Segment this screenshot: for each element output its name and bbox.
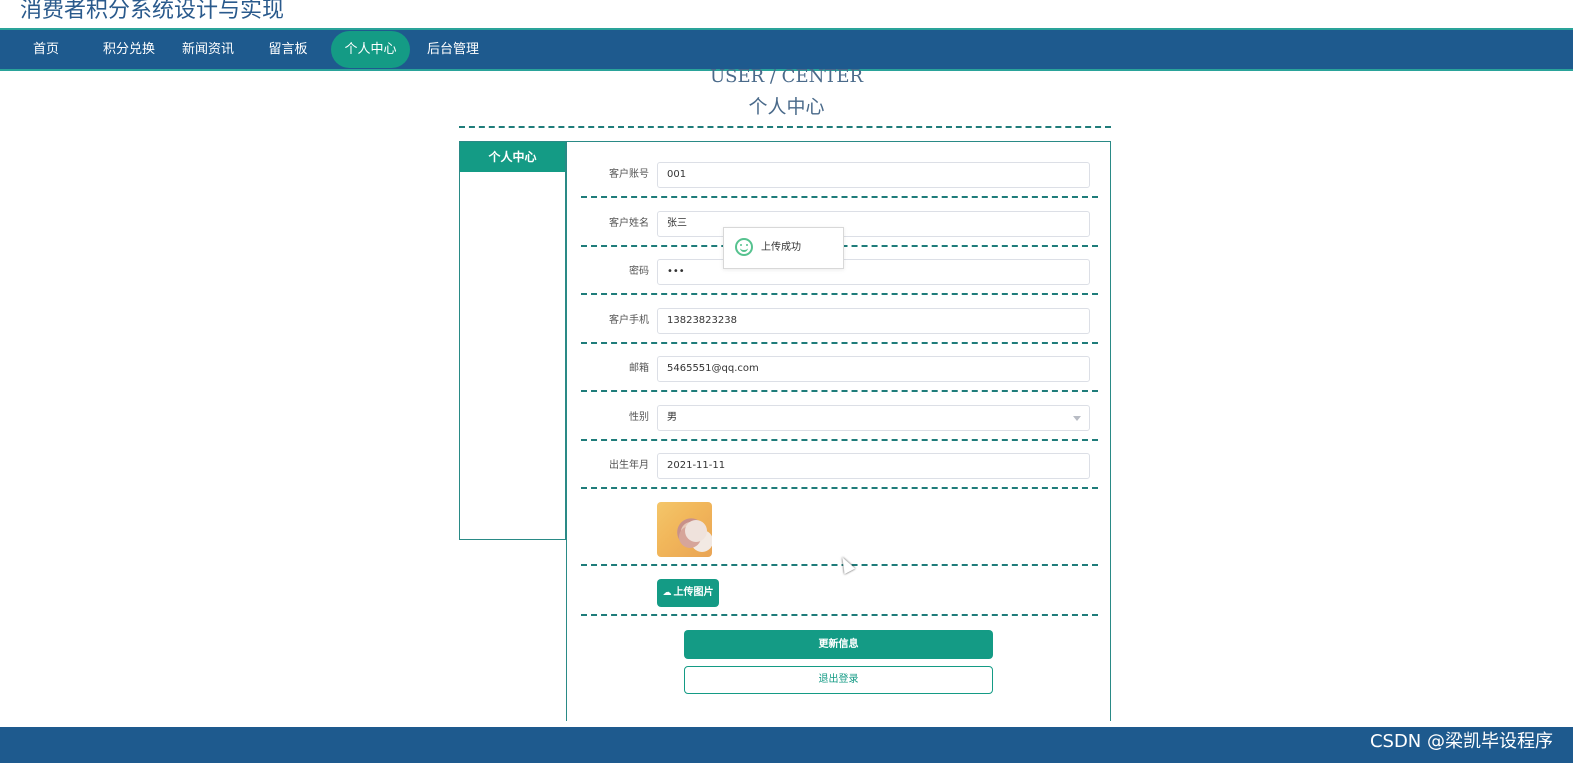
update-info-button[interactable]: 更新信息 [684,630,993,659]
row-divider [581,439,1098,441]
row-divider [581,293,1098,295]
gender-label: 性别 [629,412,649,423]
sidebar-item-user-center[interactable]: 个人中心 [460,142,565,172]
gender-select[interactable]: 男 [657,405,1090,431]
chevron-down-icon [1073,416,1081,421]
password-label: 密码 [629,266,649,277]
nav-item-home[interactable]: 首页 [22,30,70,69]
phone-label: 客户手机 [609,315,649,326]
heading-divider [459,126,1111,128]
smile-icon [735,238,753,256]
avatar-image [657,502,712,557]
nav-item-message-board[interactable]: 留言板 [262,30,314,69]
gender-value: 男 [667,412,677,423]
name-label: 客户姓名 [609,218,649,229]
site-title: 消费者积分系统设计与实现 [20,0,285,23]
birth-date-field[interactable]: 2021-11-11 [657,453,1090,479]
cloud-upload-icon: ☁ [662,588,672,598]
section-title-en: USER / CENTER [709,66,864,87]
account-field[interactable]: 001 [657,162,1090,188]
toast-message: 上传成功 [761,242,801,253]
section-title-cn: 个人中心 [748,96,825,118]
nav-item-points-exchange[interactable]: 积分兑换 [97,30,161,69]
row-divider [581,196,1098,198]
nav-item-news[interactable]: 新闻资讯 [176,30,240,69]
password-field[interactable]: ••• [657,259,1090,285]
phone-field[interactable]: 13823823238 [657,308,1090,334]
email-field[interactable]: 5465551@qq.com [657,356,1090,382]
avatar-flower-graphic [685,520,707,542]
top-nav: 首页 积分兑换 新闻资讯 留言板 个人中心 后台管理 [0,28,1573,71]
sidebar: 个人中心 [459,141,566,540]
row-divider [581,614,1098,616]
upload-image-label: 上传图片 [673,587,714,598]
footer: CSDN @梁凯毕设程序 [0,727,1573,763]
email-label: 邮箱 [629,363,649,374]
watermark-text: CSDN @梁凯毕设程序 [1369,731,1553,752]
upload-success-toast: 上传成功 [723,227,844,269]
upload-image-button[interactable]: ☁ 上传图片 [657,579,719,607]
name-field[interactable]: 张三 [657,211,1090,237]
account-label: 客户账号 [609,169,649,180]
row-divider [581,487,1098,489]
nav-item-admin[interactable]: 后台管理 [421,30,485,69]
birth-label: 出生年月 [609,460,649,471]
row-divider [581,342,1098,344]
nav-item-user-center[interactable]: 个人中心 [331,31,410,68]
row-divider [581,390,1098,392]
logout-button[interactable]: 退出登录 [684,666,993,694]
